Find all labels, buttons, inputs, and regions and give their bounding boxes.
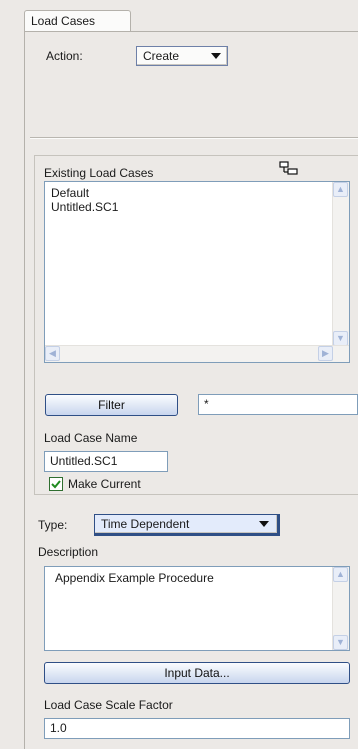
- tab-label: Load Cases: [31, 14, 96, 28]
- existing-load-cases-list[interactable]: Default Untitled.SC1 ▲ ▼ ◀ ▶: [44, 181, 350, 363]
- chevron-down-icon: [211, 53, 221, 59]
- scroll-up-icon[interactable]: ▲: [333, 182, 348, 197]
- scroll-left-icon[interactable]: ◀: [45, 346, 60, 361]
- vertical-scrollbar[interactable]: ▲ ▼: [332, 182, 349, 346]
- action-label: Action:: [46, 49, 83, 63]
- make-current-label: Make Current: [68, 477, 141, 491]
- tree-view-icon[interactable]: [279, 161, 299, 175]
- list-item[interactable]: Default: [51, 186, 118, 200]
- tab-load-cases[interactable]: Load Cases: [24, 10, 131, 32]
- input-data-button[interactable]: Input Data...: [44, 662, 350, 684]
- filter-input[interactable]: *: [198, 394, 358, 415]
- vertical-scrollbar[interactable]: ▲ ▼: [332, 567, 349, 650]
- type-select[interactable]: Time Dependent: [94, 514, 280, 536]
- scroll-down-icon[interactable]: ▼: [333, 331, 348, 346]
- filter-button[interactable]: Filter: [45, 394, 178, 416]
- description-text: Appendix Example Procedure: [55, 571, 214, 585]
- scale-factor-label: Load Case Scale Factor: [44, 698, 173, 712]
- action-select-value: Create: [143, 49, 180, 63]
- existing-load-cases-label: Existing Load Cases: [44, 166, 154, 180]
- scroll-up-icon[interactable]: ▲: [333, 567, 348, 582]
- action-select[interactable]: Create: [136, 46, 228, 66]
- load-case-name-input[interactable]: Untitled.SC1: [44, 451, 168, 472]
- description-label: Description: [38, 545, 99, 559]
- type-select-value: Time Dependent: [101, 517, 190, 531]
- make-current-checkbox[interactable]: [49, 477, 63, 491]
- checkmark-icon: [51, 480, 61, 489]
- scale-factor-input[interactable]: 1.0: [44, 718, 350, 739]
- scroll-right-icon[interactable]: ▶: [318, 346, 333, 361]
- load-case-name-label: Load Case Name: [44, 431, 138, 445]
- chevron-down-icon: [259, 521, 269, 527]
- type-label: Type:: [38, 518, 68, 532]
- list-item[interactable]: Untitled.SC1: [51, 200, 118, 214]
- scroll-down-icon[interactable]: ▼: [333, 635, 348, 650]
- description-textarea[interactable]: Appendix Example Procedure ▲ ▼: [44, 566, 350, 651]
- separator: [30, 137, 358, 139]
- horizontal-scrollbar[interactable]: ◀ ▶: [45, 345, 349, 362]
